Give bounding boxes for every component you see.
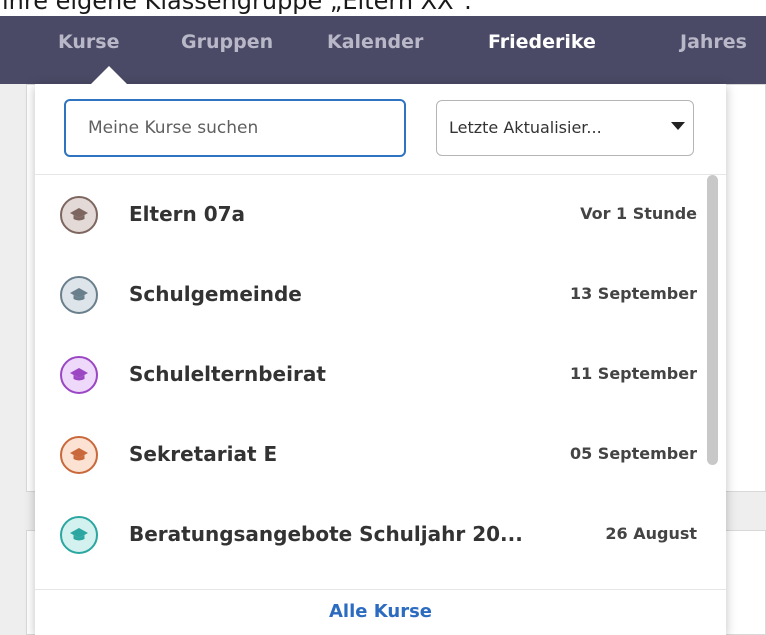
course-item[interactable]: Schulelternbeirat 11 September [35, 334, 703, 414]
all-courses-link[interactable]: Alle Kurse [35, 590, 726, 635]
course-date: 11 September [569, 364, 697, 383]
nav-item-kurse[interactable]: Kurse [58, 16, 119, 68]
nav-item-kalender[interactable]: Kalender [327, 16, 423, 68]
nav-item-jahres[interactable]: Jahres [680, 16, 747, 68]
course-item[interactable]: Beratungsangebote Schuljahr 20... 26 Aug… [35, 494, 703, 574]
course-search-input[interactable] [64, 99, 406, 157]
chevron-down-icon [671, 122, 685, 130]
graduation-cap-icon [60, 436, 98, 474]
course-date: 05 September [569, 444, 697, 463]
course-name: Beratungsangebote Schuljahr 20... [129, 522, 523, 546]
graduation-cap-icon [60, 196, 98, 234]
course-name: Schulelternbeirat [129, 362, 326, 386]
course-name: Schulgemeinde [129, 282, 302, 306]
list-scrollbar[interactable] [707, 175, 718, 465]
dropdown-caret [91, 66, 127, 84]
course-date: 26 August [605, 524, 697, 543]
sort-selected-value: Letzte Aktualisier... [449, 118, 602, 137]
nav-item-gruppen[interactable]: Gruppen [181, 16, 273, 68]
caption-text: ihre eigene Klassengruppe „Eltern XX“. [2, 0, 472, 15]
course-item[interactable]: Schulgemeinde 13 September [35, 254, 703, 334]
course-name: Eltern 07a [129, 202, 246, 226]
graduation-cap-icon [60, 356, 98, 394]
graduation-cap-icon [60, 516, 98, 554]
course-item[interactable]: Eltern 07a Vor 1 Stunde [35, 174, 703, 254]
course-date: Vor 1 Stunde [580, 204, 697, 223]
nav-item-friederike[interactable]: Friederike [488, 16, 596, 68]
graduation-cap-icon [60, 276, 98, 314]
course-name: Sekretariat E [129, 442, 278, 466]
course-date: 13 September [569, 284, 697, 303]
course-item[interactable]: Sekretariat E 05 September [35, 414, 703, 494]
sort-select[interactable]: Letzte Aktualisier... [436, 100, 694, 156]
